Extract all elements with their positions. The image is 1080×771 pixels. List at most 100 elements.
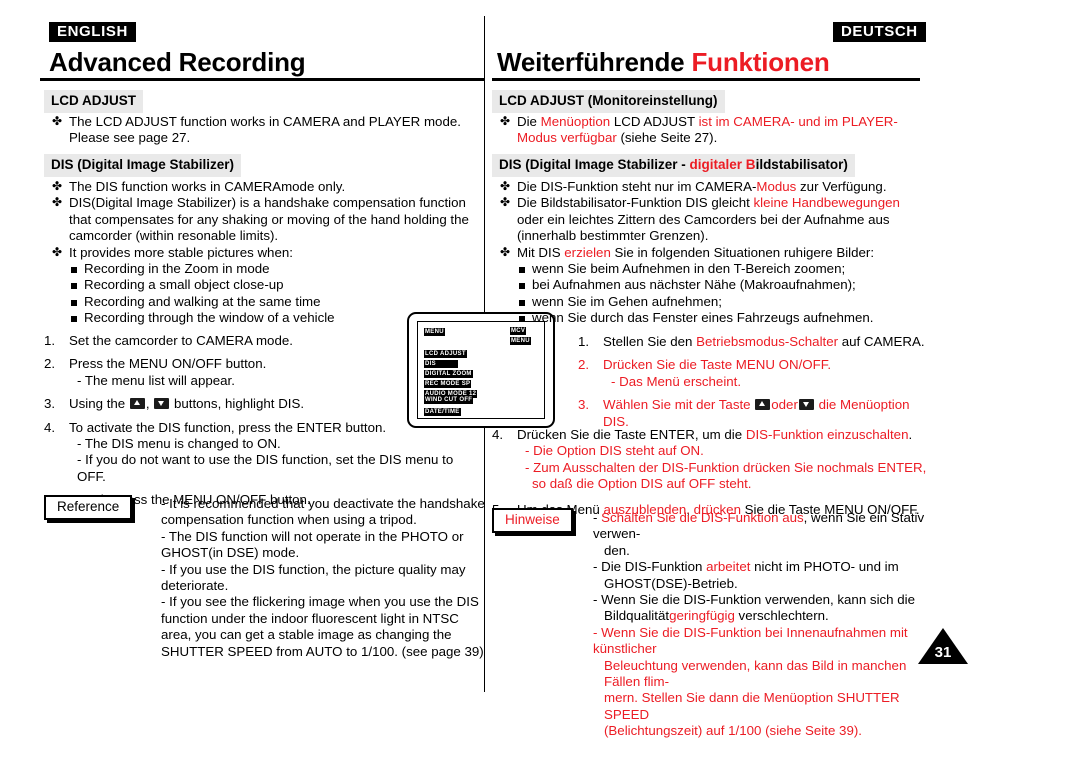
page-title-english: Advanced Recording: [49, 47, 306, 77]
list-item: - If you see the flickering image when y…: [161, 594, 484, 659]
step-text: Using the: [69, 396, 129, 412]
list-item: - It is recommended that you deactivate …: [161, 496, 485, 528]
list-item: Recording and walking at the same time: [69, 294, 484, 310]
hinweise-note-box-deutsch: Hinweise: [492, 508, 573, 534]
square-bullet-icon: [519, 316, 525, 323]
step-substep: - The DIS menu is changed to ON.: [77, 436, 281, 452]
step-number: 4.: [44, 419, 56, 435]
page-number-badge: 31: [918, 628, 968, 666]
list-item: - Die DIS-Funktion arbeitet nicht im PHO…: [593, 559, 899, 591]
step-number: 1.: [44, 333, 56, 348]
lcd-menu-item[interactable]: DIGITAL ZOOM: [424, 370, 473, 378]
section-header-dis-english: DIS (Digital Image Stabilizer): [44, 154, 242, 177]
step-text: Press the MENU ON/OFF button.: [69, 356, 267, 372]
lcd-screen: MENU MCV MENU LCD ADJUST DIS DIGITAL ZOO…: [417, 321, 545, 419]
step-number: 2.: [578, 357, 590, 373]
language-badge-deutsch: DEUTSCH: [833, 22, 926, 42]
list-item: - Wenn Sie die DIS-Funktion bei Innenauf…: [593, 624, 908, 739]
step-4: 4. Drücken Sie die Taste ENTER, um die D…: [492, 427, 932, 493]
step-text: Set the camcorder to CAMERA mode.: [69, 333, 293, 348]
section-header-lcd-adjust-english: LCD ADJUST: [44, 90, 144, 113]
title-rule-deutsch: [492, 78, 920, 81]
lcd-menu-item[interactable]: WIND CUT OFF: [424, 396, 474, 404]
list-item: ✤ The DIS function works in CAMERAmode on…: [52, 179, 346, 194]
square-bullet-icon: [71, 316, 77, 323]
lcd-corner-sublabel: MENU: [510, 337, 531, 345]
list-item: - The DIS function will not operate in t…: [161, 528, 464, 561]
list-item: - Wenn Sie die DIS-Funktion verwenden, k…: [593, 592, 916, 624]
step-text: buttons, highlight DIS.: [170, 396, 305, 412]
square-bullet-icon: [519, 267, 525, 274]
step-text: To activate the DIS function, press the …: [69, 419, 387, 435]
club-bullet-icon: ✤: [500, 114, 511, 128]
steps-deutsch-top: 1. Stellen Sie den Betriebsmodus-Schalte…: [578, 334, 928, 437]
page-number: 31: [934, 644, 952, 661]
list-item: wenn Sie beim Aufnehmen in den T-Bereich…: [517, 261, 928, 277]
square-bullet-icon: [71, 299, 77, 306]
dis-sub-bullets-deutsch: wenn Sie beim Aufnehmen in den T-Bereich…: [517, 261, 928, 327]
list-item: bei Aufnahmen aus nächster Nähe (Makroau…: [517, 277, 928, 293]
lcd-menu-item[interactable]: LCD ADJUST: [424, 350, 467, 358]
square-bullet-icon: [71, 267, 77, 274]
reference-note-box-english: Reference: [44, 495, 133, 521]
section-header-lcd-adjust-deutsch: LCD ADJUST (Monitoreinstellung): [492, 90, 725, 113]
square-bullet-icon: [519, 283, 525, 290]
dis-bullets-deutsch: ✤ Die DIS-Funktion steht nur im CAMERA-Mo…: [500, 179, 928, 327]
list-item: Recording in the Zoom in mode: [69, 261, 484, 277]
step-number: 2.: [44, 356, 56, 372]
down-button-icon[interactable]: [798, 399, 814, 411]
note-label: Hinweise: [505, 512, 560, 527]
step-substep: - Zum Ausschalten der DIS-Funktion drück…: [525, 459, 927, 475]
list-item: - Schalten Sie die DIS-Funktion aus, wen…: [593, 510, 925, 558]
club-bullet-icon: ✤: [52, 179, 63, 193]
up-button-icon[interactable]: [129, 398, 145, 410]
step-number: 1.: [578, 334, 590, 349]
page-title-text: Weiterführende: [497, 47, 692, 77]
club-bullet-icon: ✤: [500, 179, 511, 193]
list-item: wenn Sie durch das Fenster eines Fahrzeu…: [517, 310, 928, 326]
step-3: 3. Wählen Sie mit der Taste oder die Men…: [578, 397, 928, 430]
step-substep: - Die Option DIS steht auf ON.: [525, 443, 704, 459]
title-rule-english: [40, 78, 484, 81]
lcd-menu-item[interactable]: REC MODE SP: [424, 380, 472, 388]
club-bullet-icon: ✤: [52, 244, 63, 259]
step-1: 1. Stellen Sie den Betriebsmodus-Schalte…: [578, 334, 925, 349]
step-number: 3.: [578, 397, 590, 413]
down-button-icon[interactable]: [154, 398, 170, 410]
language-badge-english: ENGLISH: [49, 22, 136, 42]
list-item: ✤ DIS(Digital Image Stabilizer) is a hand…: [52, 195, 469, 244]
list-item: ✤ Die Bildstabilisator-Funktion DIS gleic…: [500, 195, 900, 244]
list-item: ✤ The LCD ADJUST function works in CAMERA…: [52, 114, 461, 146]
up-button-icon[interactable]: [755, 399, 771, 411]
step-number: 3.: [44, 396, 56, 412]
list-item: - If you use the DIS function, the pictu…: [161, 561, 466, 594]
club-bullet-icon: ✤: [500, 195, 511, 210]
step-2: 2. Drücken Sie die Taste MENU ON/OFF. - …: [578, 357, 928, 390]
list-item: ✤ Die Menüoption LCD ADJUST ist im CAMERA…: [500, 114, 898, 146]
section-header-dis-deutsch: DIS (Digital Image Stabilizer - digitale…: [492, 154, 855, 177]
step-substep: - Das Menü erscheint.: [611, 373, 742, 389]
list-item: ✤ Mit DIS erzielen Sie in folgenden Situa…: [500, 244, 875, 260]
lcd-adjust-bullets-deutsch: ✤ Die Menüoption LCD ADJUST ist im CAMERA…: [500, 114, 925, 147]
dis-bullets-english: ✤ The DIS function works in CAMERAmode on…: [52, 179, 484, 327]
note-label: Reference: [57, 499, 120, 514]
lcd-menu-item[interactable]: DATE/TIME: [424, 408, 461, 416]
step-substep: so daß die Option DIS auf OFF steht.: [532, 476, 752, 492]
step-4: 4. To activate the DIS function, press t…: [44, 420, 484, 486]
page-title-accent: Funktionen: [691, 47, 830, 77]
lcd-title: MENU: [424, 328, 445, 336]
lcd-menu-item-selected[interactable]: DIS: [424, 360, 458, 368]
manual-page: ENGLISH Advanced Recording LCD ADJUST ✤ T…: [0, 0, 1080, 771]
step-text: ,: [145, 396, 154, 412]
lcd-menu-illustration: MENU MCV MENU LCD ADJUST DIS DIGITAL ZOO…: [407, 312, 555, 428]
list-item: ✤ It provides more stable pictures when:: [52, 244, 293, 260]
step-substep: - If you do not want to use the DIS func…: [77, 452, 454, 484]
list-item: wenn Sie im Gehen aufnehmen;: [517, 294, 928, 310]
club-bullet-icon: ✤: [500, 244, 511, 259]
square-bullet-icon: [519, 299, 525, 306]
hinweise-notes-deutsch: - Schalten Sie die DIS-Funktion aus, wen…: [582, 510, 932, 740]
club-bullet-icon: ✤: [52, 114, 63, 128]
list-item: Recording a small object close-up: [69, 277, 484, 293]
list-item: ✤ Die DIS-Funktion steht nur im CAMERA-Mo…: [500, 179, 887, 194]
square-bullet-icon: [71, 283, 77, 290]
